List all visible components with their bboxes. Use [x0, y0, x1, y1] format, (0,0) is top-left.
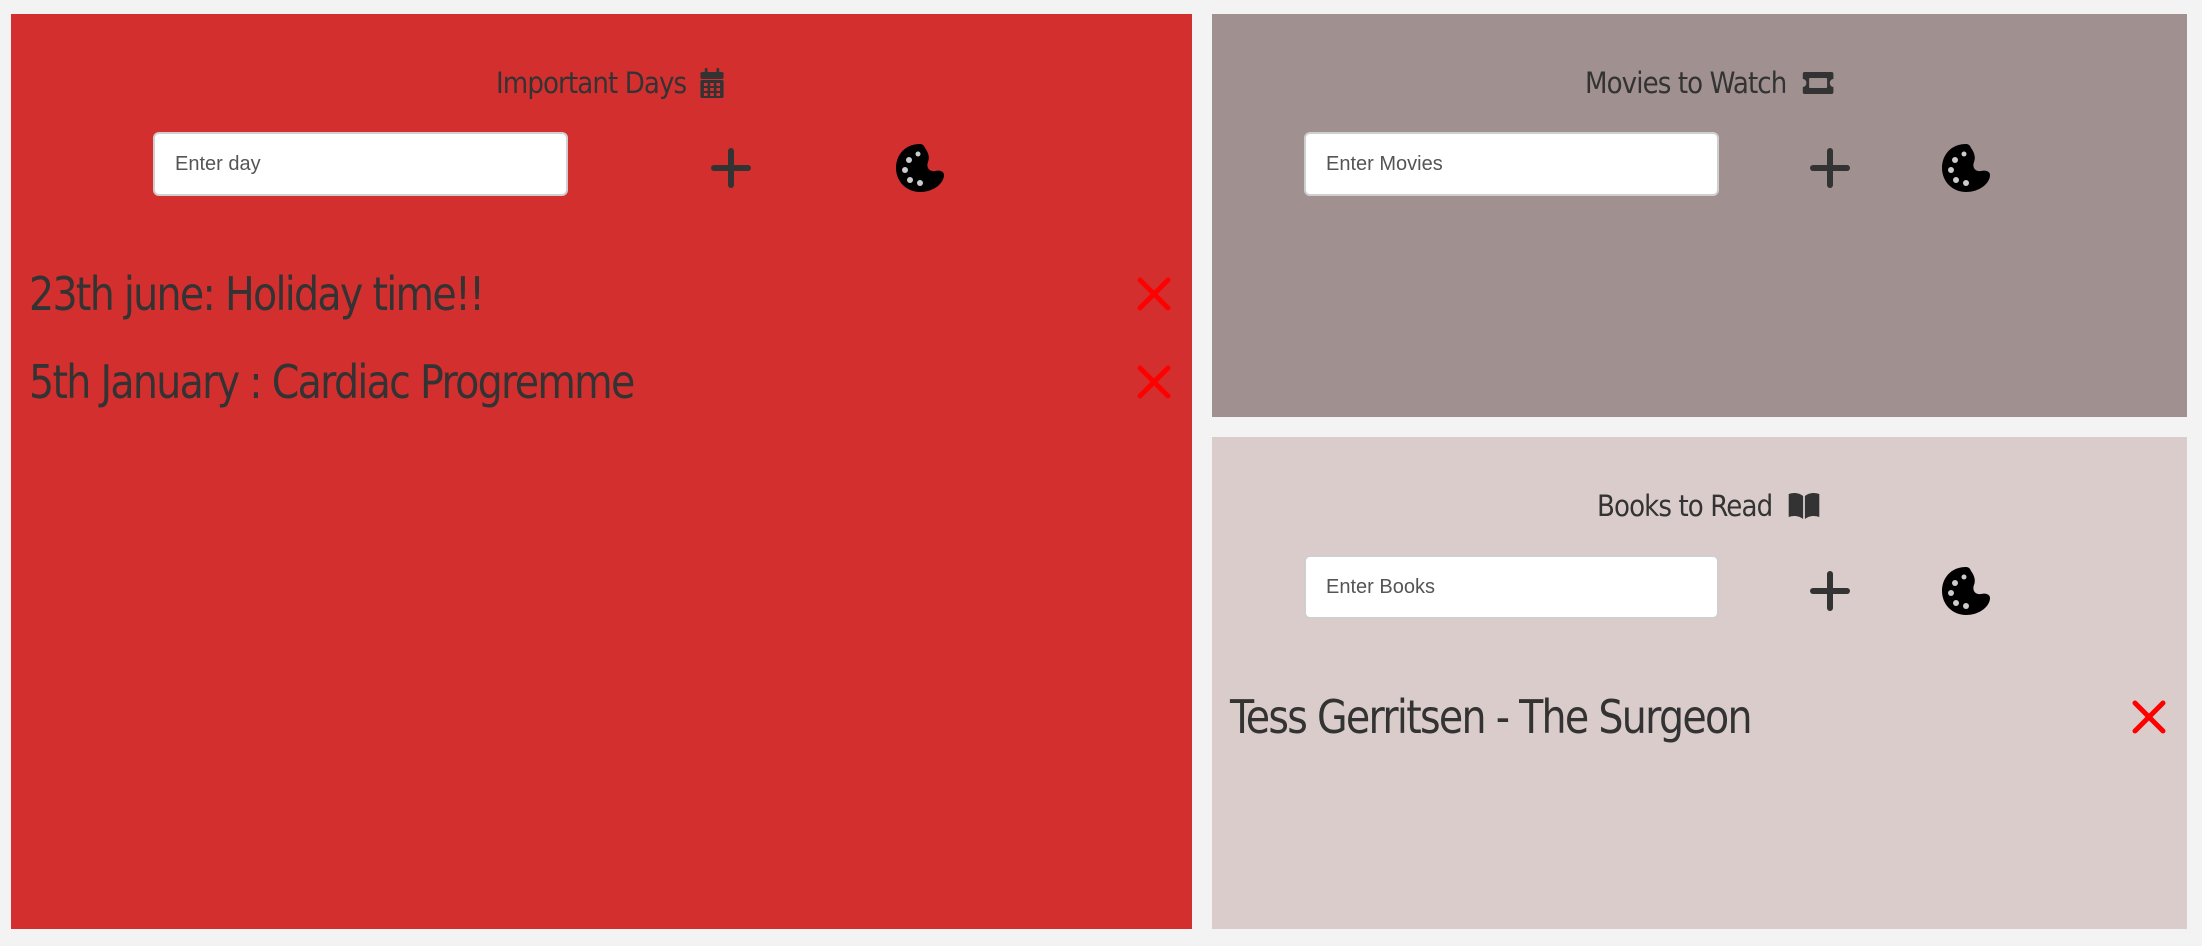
panel-title: Movies to Watch	[1585, 66, 1787, 100]
books-list: Tess Gerritsen - The Surgeon	[1212, 673, 2187, 761]
book-input[interactable]	[1304, 555, 1719, 619]
books-header: Books to Read	[1597, 481, 1821, 531]
palette-icon	[1942, 144, 1990, 192]
calendar-icon	[700, 68, 725, 98]
movie-color-button[interactable]	[1939, 141, 1993, 195]
plus-icon	[1810, 148, 1850, 188]
panel-title: Books to Read	[1597, 489, 1773, 523]
close-icon	[1137, 277, 1171, 311]
list-item-text: 23th june: Holiday time!!	[29, 267, 485, 321]
ticket-icon	[1801, 70, 1835, 96]
important-days-panel: Important Days Enter day 23th june: Holi…	[11, 14, 1192, 929]
close-icon	[1137, 365, 1171, 399]
delete-item-button[interactable]	[1134, 362, 1174, 402]
delete-item-button[interactable]	[2129, 697, 2169, 737]
list-item: Tess Gerritsen - The Surgeon	[1212, 673, 2187, 761]
movies-header: Movies to Watch	[1585, 58, 1835, 108]
day-input[interactable]	[153, 132, 568, 196]
plus-icon	[711, 148, 751, 188]
list-item: 23th june: Holiday time!!	[11, 250, 1192, 338]
close-icon	[2132, 700, 2166, 734]
palette-icon	[1942, 567, 1990, 615]
delete-item-button[interactable]	[1134, 274, 1174, 314]
movie-input[interactable]	[1304, 132, 1719, 196]
add-day-button[interactable]	[707, 144, 755, 192]
list-item-text: Tess Gerritsen - The Surgeon	[1230, 690, 1753, 744]
day-color-button[interactable]	[893, 141, 947, 195]
plus-icon	[1810, 571, 1850, 611]
important-days-header: Important Days	[496, 58, 725, 108]
add-movie-button[interactable]	[1806, 144, 1854, 192]
palette-icon	[896, 144, 944, 192]
book-open-icon	[1787, 491, 1821, 521]
panel-title: Important Days	[496, 66, 687, 100]
list-item-text: 5th January : Cardiac Progremme	[29, 355, 635, 409]
book-color-button[interactable]	[1939, 564, 1993, 618]
add-book-button[interactable]	[1806, 567, 1854, 615]
important-days-list: 23th june: Holiday time!! 5th January : …	[11, 250, 1192, 426]
movies-panel: Movies to Watch	[1212, 14, 2187, 417]
list-item: 5th January : Cardiac Progremme	[11, 338, 1192, 426]
books-panel: Books to Read Tess Gerritsen - The Surge…	[1212, 437, 2187, 929]
